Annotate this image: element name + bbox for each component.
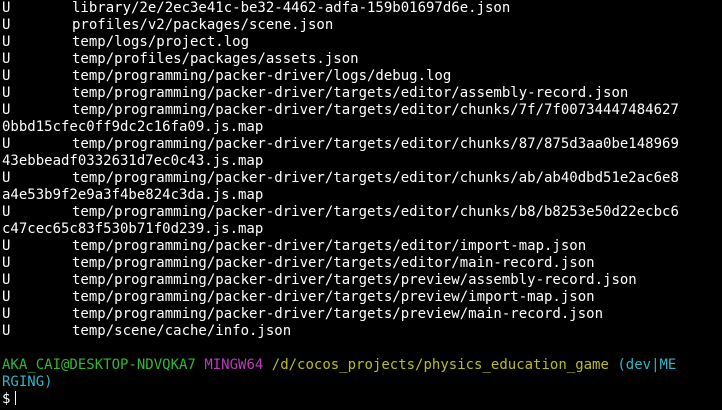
- status-line: Utemp/programming/packer-driver/targets/…: [2, 238, 722, 255]
- status-code: U: [2, 289, 11, 305]
- status-code: U: [2, 136, 11, 152]
- status-code: U: [2, 85, 11, 101]
- file-path-wrap: a4e53b9f2e9a3f4be824c3da.js.map: [2, 187, 264, 203]
- file-path-wrap: 43ebbeadf0332631d7ec0c43.js.map: [2, 153, 264, 169]
- status-line: Utemp/programming/packer-driver/targets/…: [2, 272, 722, 289]
- text-cursor: [15, 391, 17, 405]
- status-code: U: [2, 255, 11, 271]
- status-line: Utemp/programming/packer-driver/logs/deb…: [2, 68, 722, 85]
- status-code: U: [2, 0, 11, 16]
- prompt-branch-wrap: RGING): [2, 374, 53, 390]
- prompt-branch: (dev|ME: [617, 357, 677, 373]
- file-path: temp/programming/packer-driver/targets/e…: [72, 102, 679, 118]
- status-line: Ulibrary/2e/2ec3e41c-be32-4462-adfa-159b…: [2, 0, 722, 17]
- prompt-line-wrap: RGING): [2, 374, 722, 391]
- git-status-list: Ulibrary/2e/2ec3e41c-be32-4462-adfa-159b…: [2, 0, 722, 340]
- status-line: Utemp/programming/packer-driver/targets/…: [2, 255, 722, 272]
- terminal-window[interactable]: Ulibrary/2e/2ec3e41c-be32-4462-adfa-159b…: [0, 0, 722, 410]
- status-line: Utemp/programming/packer-driver/targets/…: [2, 136, 722, 153]
- status-code: U: [2, 102, 11, 118]
- file-path: library/2e/2ec3e41c-be32-4462-adfa-159b0…: [72, 0, 511, 16]
- file-path: temp/profiles/packages/assets.json: [72, 51, 359, 67]
- file-path: temp/programming/packer-driver/targets/e…: [72, 85, 629, 101]
- file-path: temp/programming/packer-driver/targets/e…: [72, 238, 587, 254]
- status-line: Utemp/programming/packer-driver/targets/…: [2, 289, 722, 306]
- file-path: temp/logs/project.log: [72, 34, 250, 50]
- status-code: U: [2, 51, 11, 67]
- status-line: Utemp/programming/packer-driver/targets/…: [2, 204, 722, 221]
- file-path: temp/programming/packer-driver/targets/p…: [72, 306, 604, 322]
- file-path: temp/scene/cache/info.json: [72, 323, 292, 339]
- status-line: Utemp/scene/cache/info.json: [2, 323, 722, 340]
- status-line: Utemp/programming/packer-driver/targets/…: [2, 306, 722, 323]
- status-code: U: [2, 272, 11, 288]
- file-path: profiles/v2/packages/scene.json: [72, 17, 334, 33]
- status-line: Utemp/profiles/packages/assets.json: [2, 51, 722, 68]
- file-path: temp/programming/packer-driver/targets/e…: [72, 204, 679, 220]
- command-input-line[interactable]: $: [2, 391, 722, 408]
- status-line: Utemp/logs/project.log: [2, 34, 722, 51]
- prompt-msystem: MINGW64: [204, 357, 264, 373]
- status-code: U: [2, 204, 11, 220]
- file-path: temp/programming/packer-driver/targets/p…: [72, 289, 595, 305]
- prompt-symbol: $: [2, 391, 11, 407]
- status-code: U: [2, 17, 11, 33]
- file-path: temp/programming/packer-driver/targets/e…: [72, 170, 679, 186]
- status-line: Utemp/programming/packer-driver/targets/…: [2, 102, 722, 119]
- file-path: temp/programming/packer-driver/targets/e…: [72, 136, 679, 152]
- status-line: Utemp/programming/packer-driver/targets/…: [2, 85, 722, 102]
- prompt-cwd: /d/cocos_projects/physics_education_game: [271, 357, 609, 373]
- prompt-user-host: AKA_CAI@DESKTOP-NDVQKA7: [2, 357, 196, 373]
- status-code: U: [2, 170, 11, 186]
- status-line: Uprofiles/v2/packages/scene.json: [2, 17, 722, 34]
- prompt-line: AKA_CAI@DESKTOP-NDVQKA7 MINGW64 /d/cocos…: [2, 357, 722, 374]
- file-path: temp/programming/packer-driver/logs/debu…: [72, 68, 452, 84]
- file-path: temp/programming/packer-driver/targets/p…: [72, 272, 637, 288]
- status-code: U: [2, 34, 11, 50]
- status-code: U: [2, 306, 11, 322]
- status-code: U: [2, 323, 11, 339]
- file-path: temp/programming/packer-driver/targets/e…: [72, 255, 595, 271]
- file-path-wrap: 0bbd15cfec0ff9dc2c16fa09.js.map: [2, 119, 264, 135]
- status-code: U: [2, 68, 11, 84]
- status-line: Utemp/programming/packer-driver/targets/…: [2, 170, 722, 187]
- status-code: U: [2, 238, 11, 254]
- file-path-wrap: c47cec65c83f530b71f0d239.js.map: [2, 221, 264, 237]
